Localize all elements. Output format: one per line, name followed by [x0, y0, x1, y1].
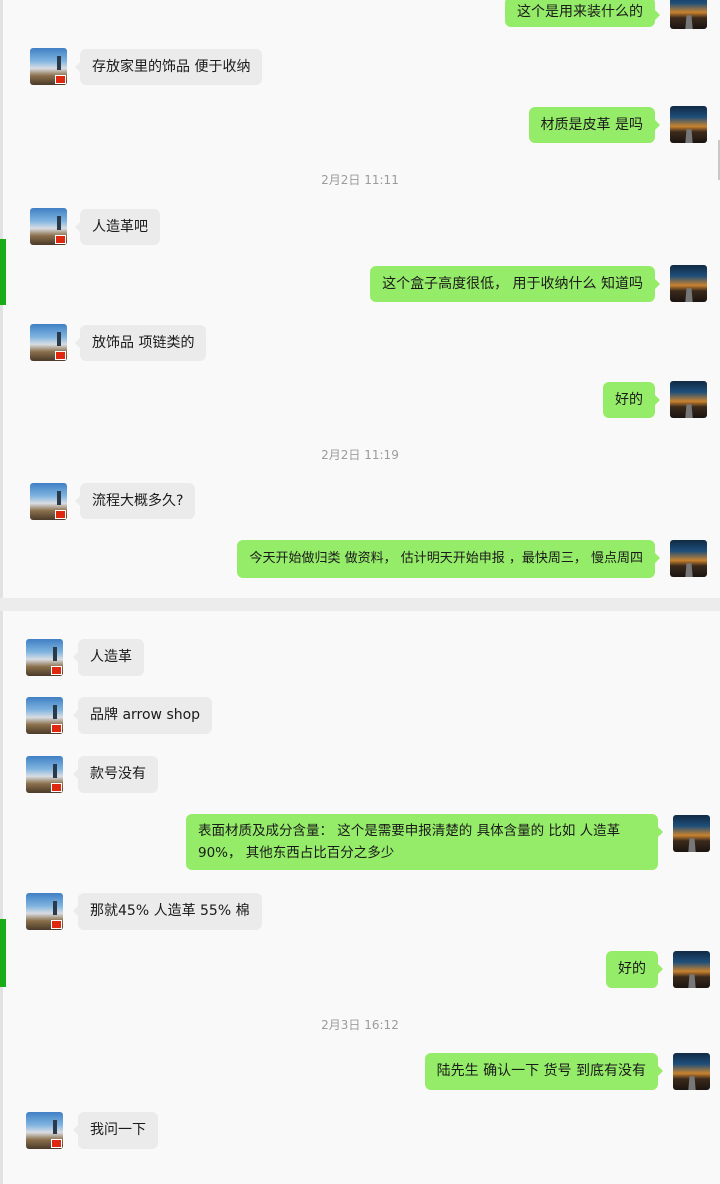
- message-row: 陆先生 确认一下 货号 到底有没有: [0, 1053, 720, 1093]
- message-bubble-sent[interactable]: 好的: [603, 382, 660, 418]
- contact-avatar[interactable]: [30, 48, 67, 85]
- message-bubble-sent[interactable]: 陆先生 确认一下 货号 到底有没有: [424, 1053, 664, 1090]
- my-avatar[interactable]: [673, 1053, 710, 1090]
- message-bubble-received[interactable]: 存放家里的饰品 便于收纳: [74, 49, 263, 85]
- message-bubble-received[interactable]: 款号没有: [73, 756, 158, 793]
- message-bubble-sent[interactable]: 材质是皮革 是吗: [528, 107, 661, 143]
- message-row: 好的: [0, 951, 720, 991]
- message-bubble-received[interactable]: 那就45% 人造革 55% 棉: [73, 893, 262, 930]
- contact-avatar[interactable]: [26, 756, 63, 793]
- message-bubble-received[interactable]: 人造革: [73, 639, 144, 676]
- message-bubble-received[interactable]: 品牌 arrow shop: [72, 697, 213, 734]
- contact-avatar[interactable]: [26, 1112, 63, 1149]
- message-bubble-sent[interactable]: 好的: [606, 951, 663, 988]
- message-bubble-sent[interactable]: 这个盒子高度很低， 用于收纳什么 知道吗: [370, 266, 660, 302]
- timestamp: 2月2日 11:19: [321, 448, 399, 462]
- my-avatar[interactable]: [670, 0, 707, 29]
- message-row: 品牌 arrow shop: [0, 696, 720, 736]
- message-row: 这个盒子高度很低， 用于收纳什么 知道吗: [0, 265, 720, 305]
- contact-avatar[interactable]: [26, 697, 63, 734]
- message-row: 这个是用来装什么的: [0, 0, 720, 36]
- message-row: 好的: [0, 381, 720, 421]
- message-bubble-received[interactable]: 人造革吧: [75, 209, 160, 245]
- message-row: 存放家里的饰品 便于收纳: [0, 48, 720, 88]
- my-avatar[interactable]: [670, 540, 707, 577]
- message-bubble-received[interactable]: 放饰品 项链类的: [74, 325, 207, 361]
- message-bubble-sent[interactable]: 今天开始做归类 做资料， 估计明天开始申报 ，最快周三， 慢点周四: [237, 540, 660, 578]
- message-row: 放饰品 项链类的: [0, 323, 720, 363]
- screenshot-divider: [0, 598, 720, 611]
- contact-avatar[interactable]: [26, 639, 63, 676]
- message-bubble-received[interactable]: 流程大概多久?: [74, 483, 196, 519]
- my-avatar[interactable]: [673, 815, 710, 852]
- my-avatar[interactable]: [670, 381, 707, 418]
- contact-avatar[interactable]: [26, 893, 63, 930]
- my-avatar[interactable]: [670, 106, 707, 143]
- my-avatar[interactable]: [673, 951, 710, 988]
- message-bubble-sent[interactable]: 表面材质及成分含量： 这个是需要申报清楚的 具体含量的 比如 人造革90%， 其…: [186, 814, 663, 870]
- contact-avatar[interactable]: [30, 208, 67, 245]
- my-avatar[interactable]: [670, 265, 707, 302]
- timestamp: 2月2日 11:11: [321, 173, 399, 187]
- message-row: 我问一下: [0, 1111, 720, 1151]
- message-row: 款号没有: [0, 755, 720, 795]
- timestamp: 2月3日 16:12: [321, 1018, 399, 1032]
- message-row: 流程大概多久?: [0, 482, 720, 522]
- message-bubble-sent[interactable]: 这个是用来装什么的: [505, 0, 660, 27]
- message-row: 表面材质及成分含量： 这个是需要申报清楚的 具体含量的 比如 人造革90%， 其…: [0, 813, 720, 875]
- chat-panel-bottom[interactable]: 人造革 品牌 arrow shop 款号没有 表面材质及成分含量： 这个是需要申…: [0, 611, 720, 1184]
- contact-avatar[interactable]: [30, 483, 67, 520]
- message-bubble-received[interactable]: 我问一下: [73, 1112, 158, 1149]
- message-row: 今天开始做归类 做资料， 估计明天开始申报 ，最快周三， 慢点周四: [0, 540, 720, 580]
- message-row: 人造革吧: [0, 207, 720, 247]
- contact-avatar[interactable]: [30, 324, 67, 361]
- message-row: 材质是皮革 是吗: [0, 106, 720, 146]
- message-row: 人造革: [0, 638, 720, 678]
- chat-panel-top[interactable]: 这个是用来装什么的 存放家里的饰品 便于收纳 材质是皮革 是吗 2月2日 11:…: [0, 0, 720, 598]
- message-row: 那就45% 人造革 55% 棉: [0, 892, 720, 932]
